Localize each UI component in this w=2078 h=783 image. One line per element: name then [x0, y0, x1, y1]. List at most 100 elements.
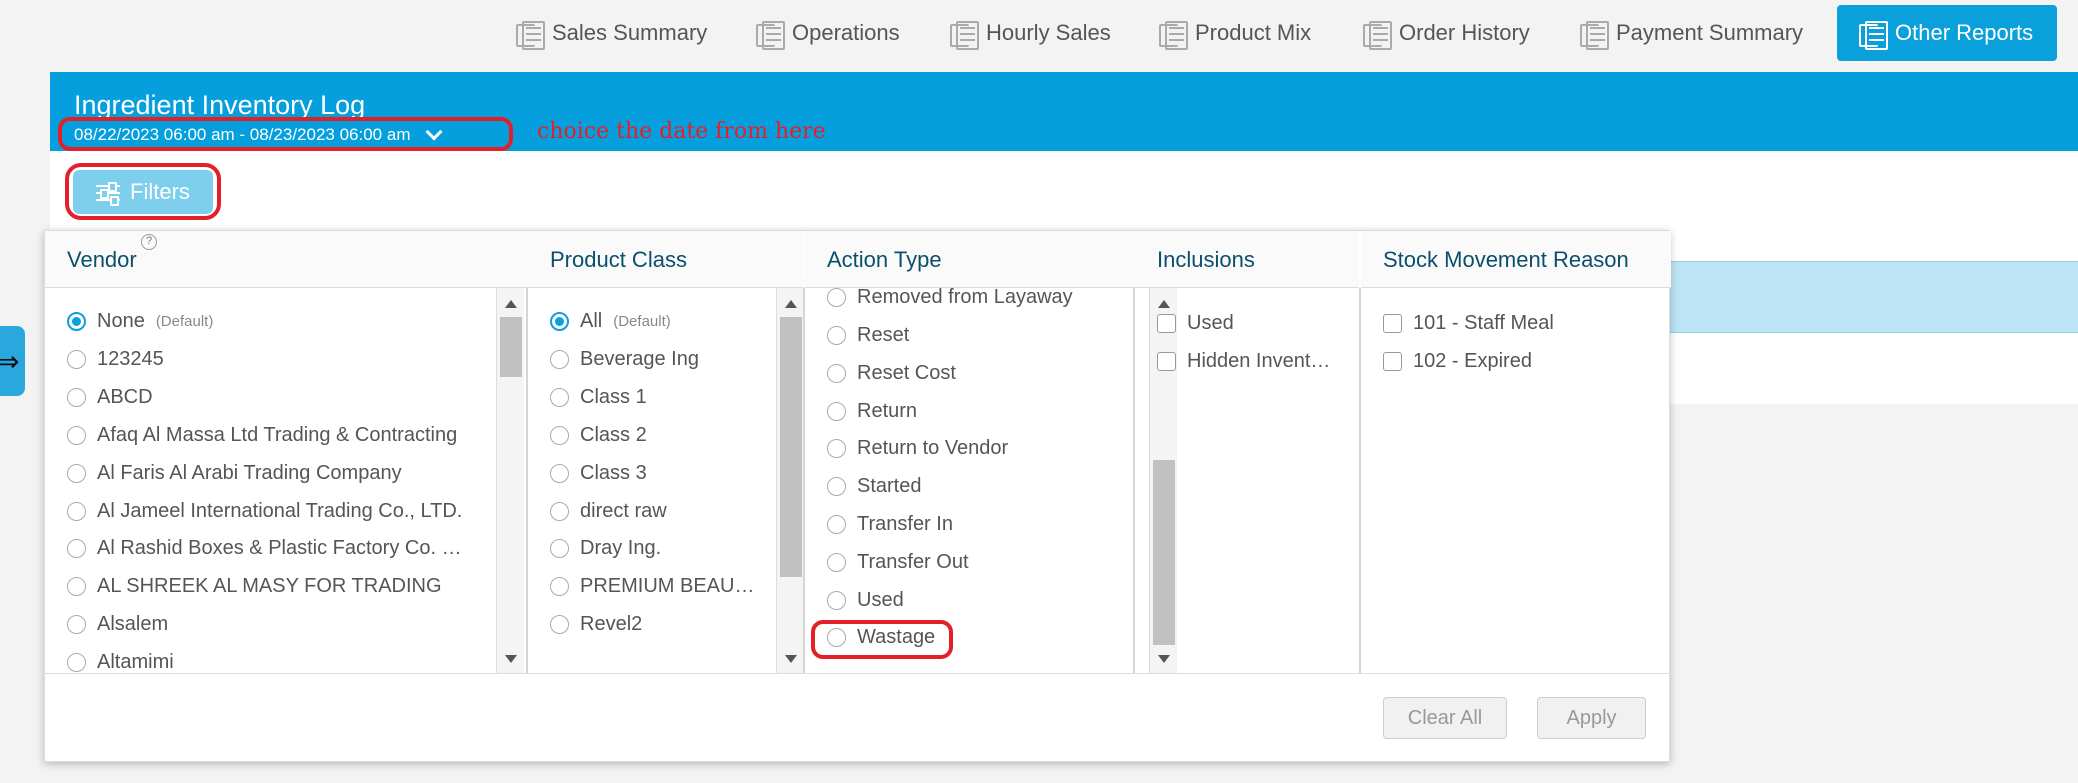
radio-icon: [827, 326, 846, 345]
help-icon[interactable]: ?: [141, 234, 157, 250]
clear-all-button[interactable]: Clear All: [1383, 697, 1507, 739]
radio-icon: [67, 615, 86, 634]
nav-order-history[interactable]: Order History: [1363, 14, 1530, 52]
vendor-scrollbar[interactable]: [496, 288, 524, 673]
product-class-option-label: Revel2: [580, 613, 643, 635]
product-class-option[interactable]: All (Default): [550, 310, 671, 333]
filter-panel: Vendor ? None (Default) 123245 ABCD Afaq…: [44, 230, 1671, 762]
report-icon: [756, 21, 785, 50]
product-class-option[interactable]: Class 3: [550, 462, 647, 485]
product-class-option-label: Class 3: [580, 462, 647, 484]
radio-icon: [827, 402, 846, 421]
scroll-thumb[interactable]: [500, 317, 522, 377]
nav-label: Sales Summary: [552, 20, 708, 45]
scroll-down-icon[interactable]: [785, 655, 797, 663]
action-type-option[interactable]: Reset: [827, 324, 909, 347]
annotation-note: choice the date from here: [537, 119, 826, 144]
action-type-option-label: Transfer Out: [857, 551, 969, 573]
report-icon: [1580, 21, 1609, 50]
expand-arrow-icon: ⇒: [0, 344, 20, 378]
product-class-option[interactable]: Class 2: [550, 424, 647, 447]
vendor-option[interactable]: 123245: [67, 348, 164, 371]
inclusions-option[interactable]: Hidden Invent…: [1157, 350, 1330, 373]
radio-icon: [67, 502, 86, 521]
product-class-option-label: PREMIUM BEAU…: [580, 575, 755, 597]
inclusions-option-label: Hidden Invent…: [1187, 350, 1331, 372]
vendor-option-label: Al Faris Al Arabi Trading Company: [97, 462, 402, 484]
radio-icon: [550, 350, 569, 369]
vendor-option[interactable]: Altamimi: [67, 651, 174, 673]
radio-icon: [827, 477, 846, 496]
nav-payment-summary[interactable]: Payment Summary: [1580, 14, 1803, 52]
product-class-option[interactable]: Beverage Ing: [550, 348, 699, 371]
action-type-option[interactable]: Return to Vendor: [827, 437, 1008, 460]
nav-product-mix[interactable]: Product Mix: [1159, 14, 1311, 52]
vendor-option[interactable]: Al Jameel International Trading Co., LTD…: [67, 500, 462, 523]
vendor-option[interactable]: Al Rashid Boxes & Plastic Factory Co. …: [67, 537, 462, 560]
checkbox-icon: [1383, 352, 1402, 371]
action-type-option-label: Started: [857, 475, 922, 497]
vendor-option[interactable]: AL SHREEK AL MASY FOR TRADING: [67, 575, 442, 598]
stock-movement-option[interactable]: 102 - Expired: [1383, 350, 1532, 373]
vendor-option[interactable]: ABCD: [67, 386, 153, 409]
product-class-option-label: Beverage Ing: [580, 348, 699, 370]
action-type-option-label: Reset Cost: [857, 362, 956, 384]
action-type-header: Action Type: [805, 231, 1137, 288]
action-type-option[interactable]: Started: [827, 475, 921, 498]
product-class-option[interactable]: direct raw: [550, 500, 667, 523]
scroll-down-icon[interactable]: [505, 655, 517, 663]
radio-icon: [827, 591, 846, 610]
scroll-up-icon[interactable]: [505, 300, 517, 308]
checkbox-icon: [1157, 352, 1176, 371]
action-type-option[interactable]: Transfer In: [827, 513, 953, 536]
vendor-option[interactable]: Alsalem: [67, 613, 168, 636]
nav-label: Payment Summary: [1616, 20, 1804, 45]
vendor-option[interactable]: Al Faris Al Arabi Trading Company: [67, 462, 402, 485]
product-class-option-label: direct raw: [580, 500, 667, 522]
side-expand-tab[interactable]: ⇒: [0, 326, 25, 396]
product-class-option[interactable]: Class 1: [550, 386, 647, 409]
inclusions-header: Inclusions: [1135, 231, 1359, 288]
action-type-column: Action Type Removed from Layaway Reset R…: [805, 231, 1177, 673]
scroll-up-icon[interactable]: [785, 300, 797, 308]
stock-movement-column: Stock Movement Reason 101 - Staff Meal 1…: [1361, 231, 1671, 673]
checkbox-icon: [1383, 314, 1402, 333]
apply-button[interactable]: Apply: [1537, 697, 1646, 739]
action-type-option-label: Reset: [857, 324, 910, 346]
report-icon: [1859, 21, 1888, 50]
vendor-option[interactable]: Afaq Al Massa Ltd Trading & Contracting: [67, 424, 457, 447]
radio-icon: [550, 539, 569, 558]
radio-icon: [827, 439, 846, 458]
product-class-option[interactable]: Revel2: [550, 613, 642, 636]
radio-icon: [67, 577, 86, 596]
vendor-option-label: 123245: [97, 348, 164, 370]
nav-other-reports[interactable]: Other Reports: [1837, 5, 2057, 61]
stock-movement-option[interactable]: 101 - Staff Meal: [1383, 312, 1554, 335]
vendor-option-label: AL SHREEK AL MASY FOR TRADING: [97, 575, 442, 597]
vendor-option[interactable]: None (Default): [67, 310, 213, 333]
product-class-scrollbar[interactable]: [776, 288, 804, 673]
action-type-option[interactable]: Return: [827, 400, 917, 423]
nav-operations[interactable]: Operations: [756, 14, 900, 52]
radio-icon: [550, 464, 569, 483]
action-type-option[interactable]: Removed from Layaway: [827, 288, 1073, 309]
action-type-option[interactable]: Reset Cost: [827, 362, 956, 385]
vendor-option-label: Altamimi: [97, 651, 174, 673]
product-class-column: Product Class All (Default) Beverage Ing…: [528, 231, 804, 673]
action-type-option[interactable]: Used: [827, 589, 904, 612]
product-class-option[interactable]: Dray Ing.: [550, 537, 661, 560]
product-class-option-label: Dray Ing.: [580, 537, 662, 559]
nav-sales-summary[interactable]: Sales Summary: [516, 14, 707, 52]
product-class-option[interactable]: PREMIUM BEAU…: [550, 575, 754, 598]
radio-selected-icon: [67, 312, 86, 331]
action-type-option[interactable]: Transfer Out: [827, 551, 969, 574]
report-icon: [1159, 21, 1188, 50]
vendor-option-label: Al Jameel International Trading Co., LTD…: [97, 500, 463, 522]
scroll-thumb[interactable]: [780, 317, 802, 577]
action-type-option-label: Transfer In: [857, 513, 953, 535]
stock-movement-header: Stock Movement Reason: [1361, 231, 1671, 288]
nav-hourly-sales[interactable]: Hourly Sales: [950, 14, 1111, 52]
radio-selected-icon: [550, 312, 569, 331]
inclusions-option[interactable]: Used: [1157, 312, 1234, 335]
product-class-list: All (Default) Beverage Ing Class 1 Class…: [528, 288, 804, 673]
